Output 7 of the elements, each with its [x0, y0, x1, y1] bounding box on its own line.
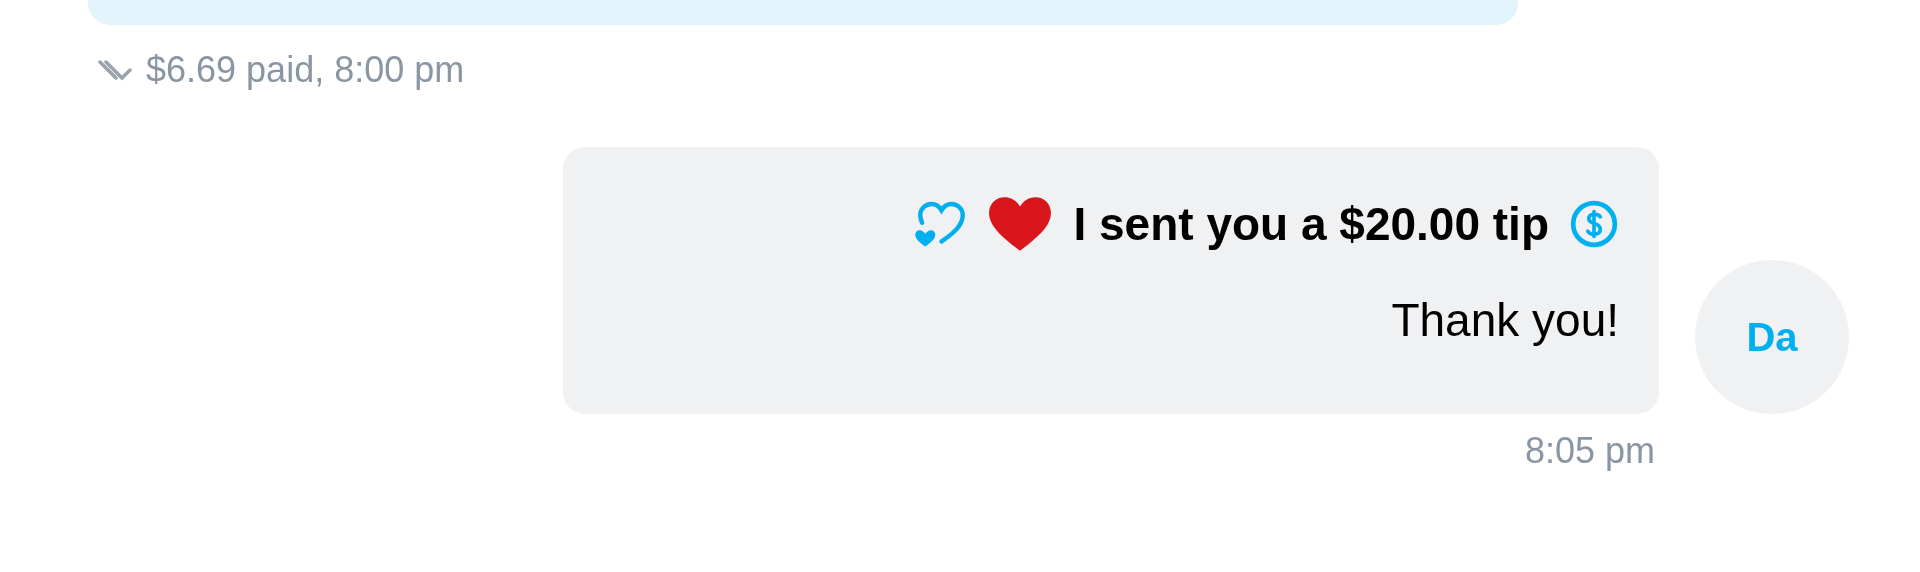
tip-text: I sent you a $20.00 tip	[1073, 197, 1549, 251]
heart-icon	[987, 195, 1054, 253]
payment-status: $6.69 paid, 8:00 pm	[146, 49, 465, 91]
message-time: 8:05 pm	[1524, 430, 1655, 472]
avatar[interactable]: Da	[1695, 260, 1849, 414]
dollar-coin-icon	[1569, 199, 1619, 249]
message-text: Thank you!	[1391, 293, 1619, 347]
